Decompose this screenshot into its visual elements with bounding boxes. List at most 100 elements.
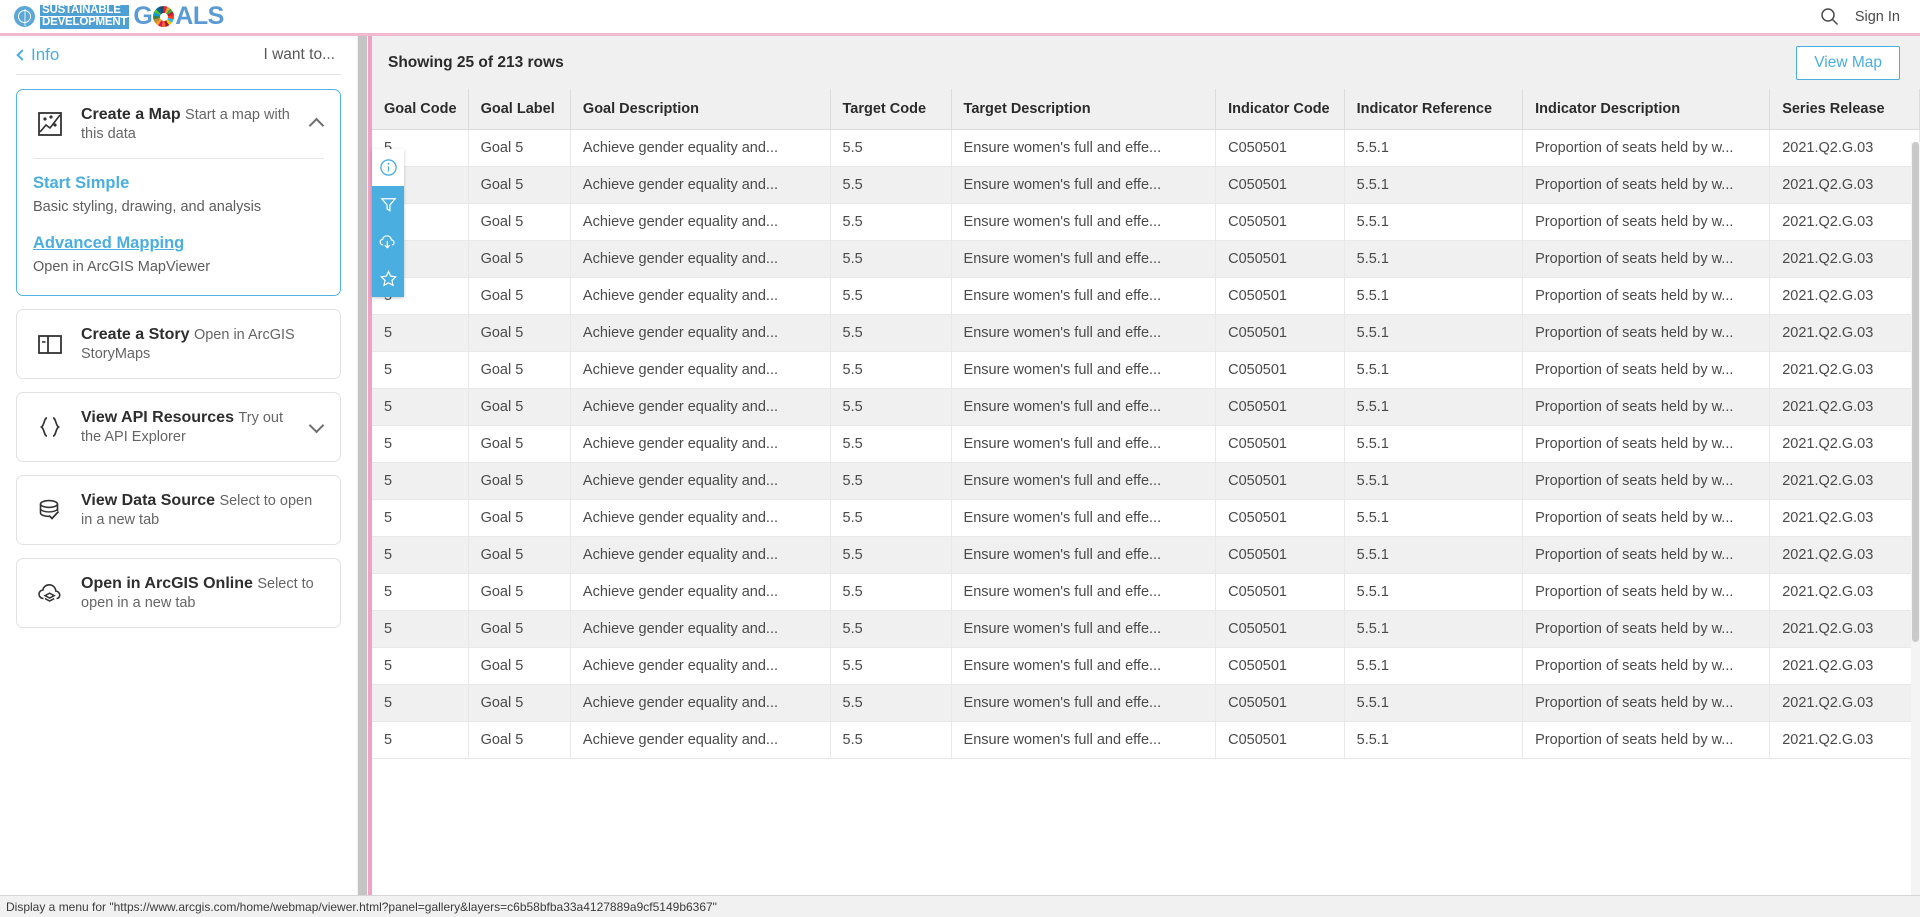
column-header-target-code[interactable]: Target Code xyxy=(830,89,952,130)
column-header-target-description[interactable]: Target Description xyxy=(951,89,1217,130)
cell-target-description: Ensure women's full and effe... xyxy=(951,684,1217,722)
cell-target-code: 5.5 xyxy=(830,351,952,389)
sidebar-scrollbar-thumb[interactable] xyxy=(358,36,367,917)
cell-target-description: Ensure women's full and effe... xyxy=(951,314,1217,352)
card-view-data-source[interactable]: View Data Source Select to open in a new… xyxy=(16,474,341,546)
table-row[interactable]: 5Goal 5Achieve gender equality and...5.5… xyxy=(372,277,1920,315)
cell-series-release: 2021.Q2.G.03 xyxy=(1769,314,1920,352)
card-view-data-source-header[interactable]: View Data Source Select to open in a new… xyxy=(17,476,340,544)
cell-goal-description: Achieve gender equality and... xyxy=(570,240,831,278)
table-row[interactable]: 5Goal 5Achieve gender equality and...5.5… xyxy=(372,166,1920,204)
card-open-in-arcgis-online[interactable]: Open in ArcGIS Online Select to open in … xyxy=(16,558,341,629)
option-advanced-mapping[interactable]: Advanced Mapping Open in ArcGIS MapViewe… xyxy=(33,233,324,276)
table-row[interactable]: 5Goal 5Achieve gender equality and...5.5… xyxy=(372,573,1920,611)
table-row[interactable]: 5Goal 5Achieve gender equality and...5.5… xyxy=(372,388,1920,426)
chevron-up-icon[interactable] xyxy=(308,116,326,134)
table-row[interactable]: 5Goal 5Achieve gender equality and...5.5… xyxy=(372,425,1920,463)
column-header-goal-description[interactable]: Goal Description xyxy=(570,89,831,130)
table-row[interactable]: 5Goal 5Achieve gender equality and...5.5… xyxy=(372,240,1920,278)
table-row[interactable]: 5Goal 5Achieve gender equality and...5.5… xyxy=(372,647,1920,685)
cell-indicator-description: Proportion of seats held by w... xyxy=(1522,425,1771,463)
sidebar-header: Info I want to... xyxy=(0,36,357,74)
table-row[interactable]: 5Goal 5Achieve gender equality and...5.5… xyxy=(372,536,1920,574)
column-header-series-release[interactable]: Series Release xyxy=(1769,89,1920,130)
cell-series-release: 2021.Q2.G.03 xyxy=(1769,462,1920,500)
column-header-indicator-reference[interactable]: Indicator Reference xyxy=(1344,89,1524,130)
cell-goal-description: Achieve gender equality and... xyxy=(570,536,831,574)
cell-target-code: 5.5 xyxy=(830,573,952,611)
cell-indicator-code: C050501 xyxy=(1215,536,1345,574)
cell-goal-label: Goal 5 xyxy=(468,388,571,426)
cell-target-description: Ensure women's full and effe... xyxy=(951,647,1217,685)
sidebar: Info I want to... Create a Map Start a m… xyxy=(0,36,357,917)
cell-goal-description: Achieve gender equality and... xyxy=(570,277,831,315)
cell-target-description: Ensure women's full and effe... xyxy=(951,610,1217,648)
card-view-api-resources[interactable]: View API Resources Try out the API Explo… xyxy=(16,391,341,462)
card-create-a-story-header[interactable]: Create a Story Open in ArcGIS StoryMaps xyxy=(17,310,340,378)
cloud-download-icon[interactable] xyxy=(372,223,404,260)
column-header-indicator-code[interactable]: Indicator Code xyxy=(1215,89,1345,130)
cell-target-code: 5.5 xyxy=(830,240,952,278)
cell-target-description: Ensure women's full and effe... xyxy=(951,166,1217,204)
cell-goal-code: 5 xyxy=(372,388,469,426)
table-row[interactable]: 5Goal 5Achieve gender equality and...5.5… xyxy=(372,499,1920,537)
cell-goal-description: Achieve gender equality and... xyxy=(570,684,831,722)
info-circle-icon[interactable] xyxy=(372,149,404,186)
back-to-info-link[interactable]: Info xyxy=(16,45,59,65)
search-icon[interactable] xyxy=(1820,7,1839,26)
rows-count-label: Showing 25 of 213 rows xyxy=(388,53,564,71)
table-row[interactable]: 5Goal 5Achieve gender equality and...5.5… xyxy=(372,351,1920,389)
card-create-a-map[interactable]: Create a Map Start a map with this data … xyxy=(16,89,341,296)
star-icon[interactable] xyxy=(372,260,404,297)
chevron-down-icon[interactable] xyxy=(308,417,326,435)
table-row[interactable]: 5Goal 5Achieve gender equality and...5.5… xyxy=(372,462,1920,500)
option-start-simple[interactable]: Start Simple Basic styling, drawing, and… xyxy=(33,173,324,216)
card-open-in-arcgis-online-text: Open in ArcGIS Online Select to open in … xyxy=(81,574,326,612)
view-map-button[interactable]: View Map xyxy=(1796,45,1900,80)
sign-in-button[interactable]: Sign In xyxy=(1855,9,1900,25)
cell-goal-label: Goal 5 xyxy=(468,203,571,241)
header-actions: Sign In xyxy=(1820,7,1920,26)
cell-target-code: 5.5 xyxy=(830,610,952,648)
i-want-to-label[interactable]: I want to... xyxy=(263,46,335,64)
table-row[interactable]: 5Goal 5Achieve gender equality and...5.5… xyxy=(372,129,1920,167)
table-row[interactable]: 5Goal 5Achieve gender equality and...5.5… xyxy=(372,684,1920,722)
cell-goal-label: Goal 5 xyxy=(468,277,571,315)
cell-indicator-description: Proportion of seats held by w... xyxy=(1522,499,1771,537)
cell-target-code: 5.5 xyxy=(830,277,952,315)
cell-goal-label: Goal 5 xyxy=(468,314,571,352)
card-create-a-map-header[interactable]: Create a Map Start a map with this data xyxy=(17,90,340,158)
column-header-indicator-description[interactable]: Indicator Description xyxy=(1522,89,1771,130)
option-advanced-mapping-label[interactable]: Advanced Mapping xyxy=(33,233,324,254)
table-vertical-scrollbar-thumb[interactable] xyxy=(1912,142,1919,642)
card-open-in-arcgis-online-header[interactable]: Open in ArcGIS Online Select to open in … xyxy=(17,559,340,627)
data-table: Goal Code Goal Label Goal Description Ta… xyxy=(372,89,1920,759)
card-create-a-map-body: Start Simple Basic styling, drawing, and… xyxy=(17,158,340,295)
cell-goal-label: Goal 5 xyxy=(468,462,571,500)
option-start-simple-label[interactable]: Start Simple xyxy=(33,173,324,194)
card-create-a-story[interactable]: Create a Story Open in ArcGIS StoryMaps xyxy=(16,308,341,379)
table-row[interactable]: 5Goal 5Achieve gender equality and...5.5… xyxy=(372,203,1920,241)
card-title: Create a Map xyxy=(81,106,181,123)
story-layout-icon xyxy=(33,327,67,361)
table-row[interactable]: 5Goal 5Achieve gender equality and...5.5… xyxy=(372,314,1920,352)
cell-goal-code: 5 xyxy=(372,721,469,759)
column-header-goal-label[interactable]: Goal Label xyxy=(468,89,571,130)
cell-goal-code: 5 xyxy=(372,499,469,537)
table-vertical-scrollbar[interactable] xyxy=(1911,142,1920,917)
cell-indicator-description: Proportion of seats held by w... xyxy=(1522,129,1771,167)
table-row[interactable]: 5Goal 5Achieve gender equality and...5.5… xyxy=(372,610,1920,648)
column-header-goal-code[interactable]: Goal Code xyxy=(372,89,469,130)
card-view-api-resources-header[interactable]: View API Resources Try out the API Explo… xyxy=(17,393,340,461)
cell-target-code: 5.5 xyxy=(830,462,952,500)
cell-goal-label: Goal 5 xyxy=(468,425,571,463)
cell-indicator-reference: 5.5.1 xyxy=(1344,573,1524,611)
cell-indicator-description: Proportion of seats held by w... xyxy=(1522,721,1771,759)
data-table-scroll-area[interactable]: Goal Code Goal Label Goal Description Ta… xyxy=(372,89,1920,917)
sdg-logo[interactable]: SUSTAINABLE DEVELOPMENT G ALS xyxy=(0,0,224,33)
cell-goal-description: Achieve gender equality and... xyxy=(570,721,831,759)
cell-indicator-description: Proportion of seats held by w... xyxy=(1522,647,1771,685)
table-row[interactable]: 5Goal 5Achieve gender equality and...5.5… xyxy=(372,721,1920,759)
sidebar-scrollbar[interactable] xyxy=(357,36,368,917)
filter-funnel-icon[interactable] xyxy=(372,186,404,223)
